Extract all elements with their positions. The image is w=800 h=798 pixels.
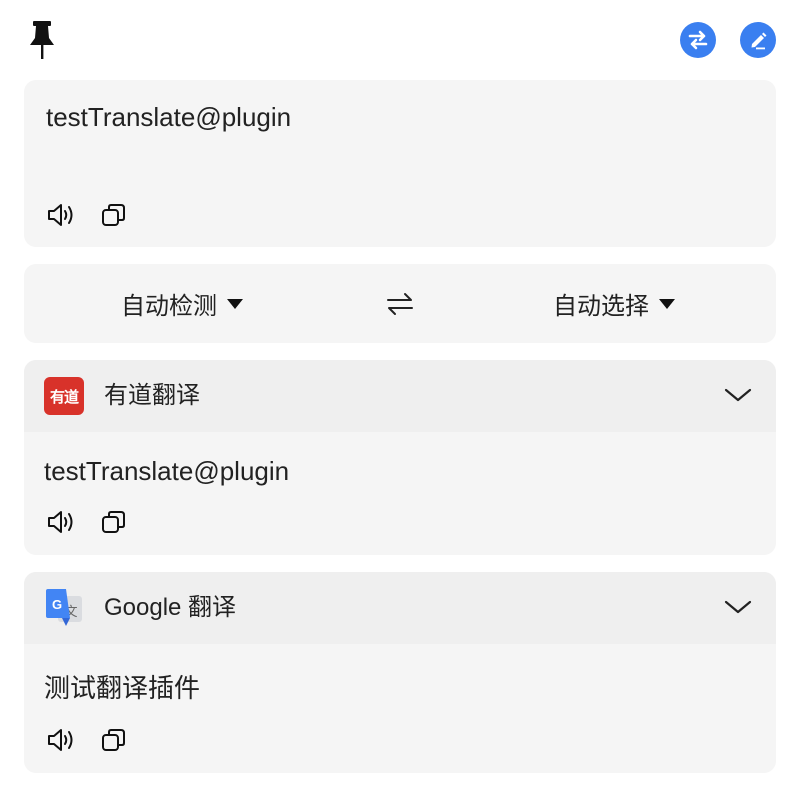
service-name: 有道翻译 bbox=[104, 382, 200, 409]
source-text[interactable]: testTranslate@plugin bbox=[46, 102, 291, 133]
copy-icon[interactable] bbox=[100, 726, 128, 754]
youdao-logo-icon: 有道 bbox=[44, 377, 84, 415]
target-language-dropdown[interactable]: 自动选择 bbox=[553, 264, 675, 343]
edit-button[interactable] bbox=[740, 22, 776, 58]
chevron-down-icon[interactable] bbox=[724, 596, 752, 618]
caret-down-icon bbox=[659, 298, 675, 309]
language-selector: 自动检测 自动选择 bbox=[24, 264, 776, 343]
svg-text:G: G bbox=[52, 597, 62, 612]
source-input-area[interactable]: testTranslate@plugin bbox=[24, 80, 776, 247]
speaker-icon[interactable] bbox=[46, 726, 76, 754]
pin-icon[interactable] bbox=[26, 18, 58, 62]
speaker-icon[interactable] bbox=[46, 508, 76, 536]
target-language-label: 自动选择 bbox=[553, 293, 649, 320]
source-language-dropdown[interactable]: 自动检测 bbox=[121, 264, 243, 343]
translation-result: 测试翻译插件 bbox=[44, 673, 201, 703]
swap-direction-icon[interactable] bbox=[384, 289, 416, 324]
copy-icon[interactable] bbox=[100, 201, 128, 229]
translation-result: testTranslate@plugin bbox=[44, 456, 290, 486]
service-header-youdao[interactable]: 有道 有道翻译 bbox=[24, 360, 776, 432]
pencil-icon bbox=[751, 32, 767, 50]
caret-down-icon bbox=[227, 298, 243, 309]
chevron-down-icon[interactable] bbox=[724, 384, 752, 406]
toolbar bbox=[0, 0, 800, 80]
speaker-icon[interactable] bbox=[46, 201, 76, 229]
google-translate-logo-icon: 文 G bbox=[46, 589, 82, 626]
copy-icon[interactable] bbox=[100, 508, 128, 536]
service-name: Google 翻译 bbox=[104, 594, 237, 621]
service-card-google: 文 G Google 翻译 测试翻译插件 bbox=[24, 572, 776, 773]
service-card-youdao: 有道 有道翻译 testTranslate@plugin bbox=[24, 360, 776, 555]
service-header-google[interactable]: 文 G Google 翻译 bbox=[24, 572, 776, 644]
swap-languages-button[interactable] bbox=[680, 22, 716, 58]
source-language-label: 自动检测 bbox=[121, 293, 217, 320]
swap-icon bbox=[688, 30, 708, 50]
